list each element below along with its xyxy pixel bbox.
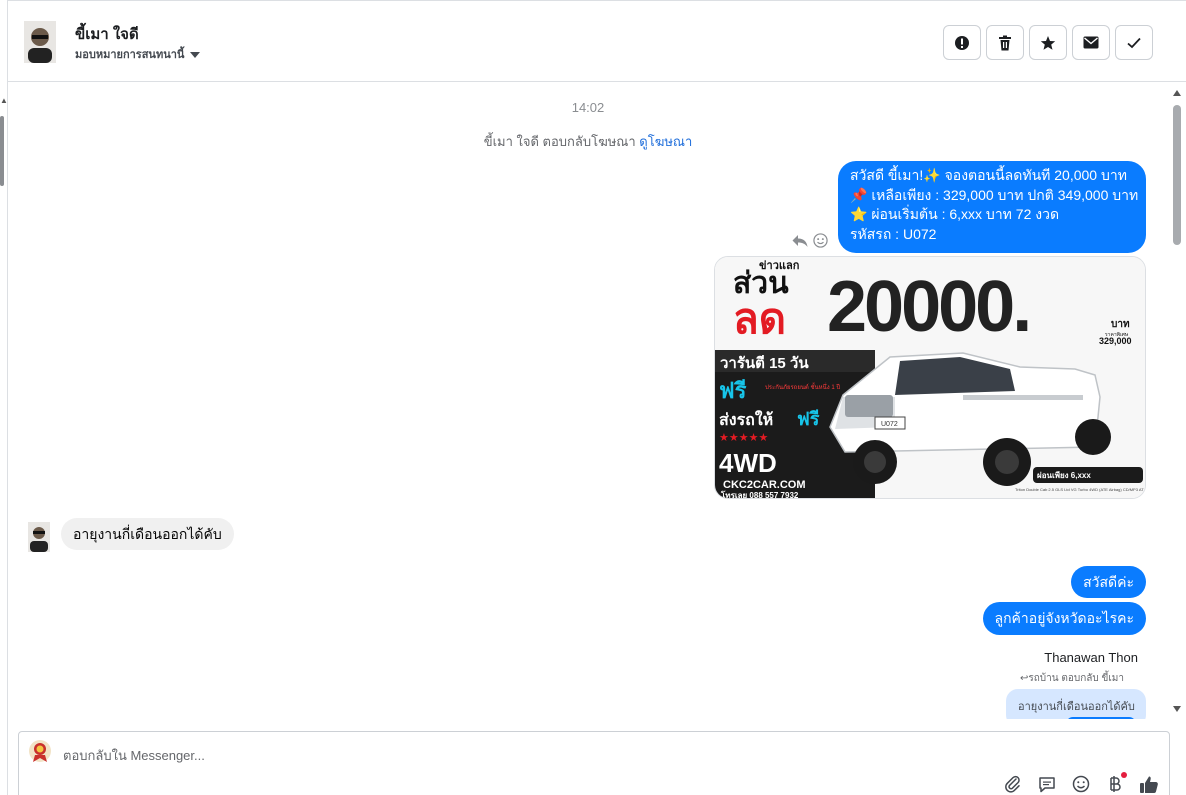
- contact-name[interactable]: ขี้เมา ใจดี: [75, 22, 139, 46]
- ad-price: 329,000: [1099, 336, 1132, 346]
- assign-conversation-dropdown[interactable]: มอบหมายการสนทนานี้: [75, 45, 201, 63]
- page-avatar: [29, 740, 51, 762]
- reply-label: ↩รถบ้าน ตอบกลับ ขี้เมา: [1020, 673, 1124, 684]
- ad-drive: 4WD: [719, 448, 777, 478]
- done-button[interactable]: [1115, 25, 1153, 60]
- ad-car-image[interactable]: ข่าวแลก ส่วน ลด 20000. บาท ราคาพิเศษ 329…: [714, 256, 1146, 499]
- ad-phone: โทรเลย 088 557 7932: [720, 490, 799, 499]
- message-hover-actions: [792, 233, 828, 248]
- notification-dot: [1121, 772, 1127, 778]
- ad-installment: ผ่อนเพียง 6,xxx: [1037, 470, 1091, 480]
- ad-plate: U072: [881, 421, 898, 428]
- scroll-down-arrow-icon[interactable]: [1173, 706, 1181, 712]
- outgoing-message[interactable]: สวัสดีค่ะ: [1071, 566, 1146, 598]
- scroll-up-arrow-icon[interactable]: ▲: [0, 96, 8, 105]
- thread-scrollbar[interactable]: [1168, 83, 1186, 719]
- message-line: ⭐ ผ่อนเริ่มต้น : 6,xxx บาท 72 งวด: [850, 206, 1060, 222]
- star-button[interactable]: [1029, 25, 1067, 60]
- incoming-message[interactable]: อายุงานกี่เดือนออกได้คับ: [61, 518, 234, 550]
- composer-tools: [1003, 772, 1159, 794]
- ad-free1: ฟรี: [719, 378, 747, 403]
- view-ad-link[interactable]: ดูโฆษณา: [639, 134, 692, 149]
- assign-label: มอบหมายการสนทนานี้: [75, 49, 185, 61]
- contact-avatar[interactable]: [24, 21, 56, 63]
- reply-icon[interactable]: [792, 234, 808, 248]
- star-icon: [1040, 35, 1056, 50]
- ad-stars: ★★★★★: [719, 431, 768, 444]
- reply-bubble-partial: [1066, 717, 1136, 719]
- emoji-button[interactable]: [1071, 774, 1091, 794]
- mail-icon: [1083, 36, 1099, 49]
- outgoing-message-ad-offer[interactable]: สวัสดี ขี้เมา!✨ จองตอนนี้ลดทันที 20,000 …: [838, 161, 1146, 253]
- ad-image-graphic: ข่าวแลก ส่วน ลด 20000. บาท ราคาพิเศษ 329…: [715, 257, 1145, 499]
- attach-button[interactable]: [1003, 774, 1023, 794]
- delete-button[interactable]: [986, 25, 1024, 60]
- trash-icon: [999, 35, 1011, 50]
- ad-reply-note: ขี้เมา ใจดี ตอบกลับโฆษณา ดูโฆษณา: [8, 131, 1168, 152]
- composer-placeholder[interactable]: ตอบกลับใน Messenger...: [63, 745, 205, 766]
- alert-icon: [955, 35, 969, 50]
- outgoing-message[interactable]: ลูกค้าอยู่จังหวัดอะไรคะ: [982, 602, 1146, 635]
- thumbs-up-icon: [1140, 776, 1158, 793]
- sender-name: Thanawan Thon: [1044, 650, 1138, 665]
- thread-scroll-thumb[interactable]: [1173, 105, 1181, 245]
- ad-delivery: ส่งรถให้: [719, 410, 773, 429]
- caret-down-icon: [190, 51, 201, 58]
- emoji-icon: [1072, 775, 1090, 793]
- message-timestamp: 14:02: [571, 100, 605, 115]
- ad-model: Triton Double Cab 2.5 GLS Ltd VG Turbo 4…: [1015, 487, 1144, 492]
- quoted-text: อายุงานกี่เดือนออกได้คับ: [1018, 701, 1135, 713]
- conversation-header: ขี้เมา ใจดี มอบหมายการสนทนานี้: [8, 0, 1186, 82]
- spam-button[interactable]: [943, 25, 981, 60]
- check-icon: [1127, 37, 1141, 48]
- baht-icon: [1110, 776, 1121, 792]
- paperclip-icon: [1005, 775, 1020, 793]
- ad-warranty: วารันตี 15 วัน: [720, 355, 809, 372]
- left-scrollbar[interactable]: ▲: [0, 0, 8, 795]
- quoted-message[interactable]: อายุงานกี่เดือนออกได้คับ: [1006, 689, 1146, 719]
- ad-free2: ฟรี: [797, 409, 820, 429]
- message-composer[interactable]: ตอบกลับใน Messenger...: [18, 731, 1170, 795]
- left-scroll-thumb[interactable]: [0, 116, 4, 186]
- message-line: รหัสรถ : U072: [850, 225, 937, 242]
- ad-headline-number: 20000.: [827, 267, 1029, 347]
- ad-unit: บาท: [1111, 319, 1130, 330]
- mark-unread-button[interactable]: [1072, 25, 1110, 60]
- message-line: 📌 เหลือเพียง : 329,000 บาท ปกติ 349,000 …: [850, 186, 1139, 203]
- chat-bubble-icon: [1039, 776, 1055, 792]
- message-line: สวัสดี ขี้เมา!✨ จองตอนนี้ลดทันที 20,000 …: [850, 167, 1127, 183]
- ad-website: CKC2CAR.COM: [723, 479, 806, 491]
- header-actions: [943, 25, 1153, 60]
- ad-headline-red: ลด: [733, 295, 786, 342]
- payment-button[interactable]: [1105, 772, 1127, 794]
- contact-avatar-small[interactable]: [28, 522, 50, 552]
- ad-reply-text: ขี้เมา ใจดี ตอบกลับโฆษณา: [483, 134, 640, 149]
- scroll-up-arrow-icon[interactable]: [1173, 90, 1181, 96]
- react-emoji-icon[interactable]: [813, 233, 828, 248]
- like-button[interactable]: [1139, 774, 1159, 794]
- saved-replies-button[interactable]: [1037, 774, 1057, 794]
- message-thread[interactable]: 14:02 ขี้เมา ใจดี ตอบกลับโฆษณา ดูโฆษณา ส…: [8, 83, 1168, 719]
